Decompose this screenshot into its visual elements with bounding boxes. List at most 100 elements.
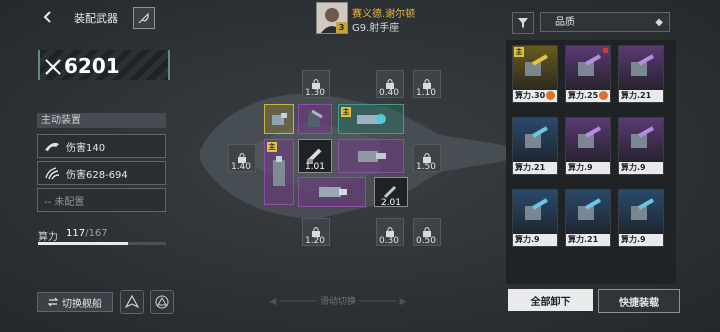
swap-icon xyxy=(48,297,58,307)
upgrade-badge-icon xyxy=(546,91,555,100)
inventory-card[interactable]: 主算力.30 xyxy=(512,45,558,103)
active-gear-empty[interactable]: -- 未配置 xyxy=(37,188,166,212)
weapon-art xyxy=(513,118,557,162)
gatling-icon xyxy=(358,151,386,162)
inventory-card[interactable]: 算力.21 xyxy=(618,45,664,103)
active-gear-item[interactable]: 伤害140 xyxy=(37,134,166,158)
slot-compute-value: 1.01 xyxy=(304,162,326,172)
active-gear-label: 伤害628-694 xyxy=(66,169,128,181)
weapon-slot[interactable] xyxy=(264,104,294,134)
weapon-art xyxy=(619,46,663,90)
cannon-icon xyxy=(308,109,323,127)
feather-button[interactable] xyxy=(133,7,155,29)
chevron-right-icon: ─────── ▶ xyxy=(356,297,407,307)
card-compute-label: 算力.25 xyxy=(566,90,610,102)
active-gear-header: 主动装置 xyxy=(37,113,166,128)
weapon-icon xyxy=(631,198,654,220)
compute-value: 117/167 xyxy=(66,228,108,239)
compute-total: /167 xyxy=(85,228,108,239)
slot-compute-value: 0.30 xyxy=(378,236,400,246)
weapon-icon xyxy=(578,198,601,220)
slot-compute-value: 1.10 xyxy=(415,88,437,98)
new-indicator xyxy=(603,48,608,53)
railgun-icon xyxy=(357,114,386,124)
turret-icon xyxy=(272,113,287,125)
pilot-level-badge: 3 xyxy=(336,22,347,33)
card-compute-label: 算力.21 xyxy=(513,162,557,174)
weapon-art xyxy=(566,46,610,90)
upgrade-badge-icon xyxy=(599,91,608,100)
crossed-swords-icon xyxy=(45,59,61,75)
quick-equip-button[interactable]: 快捷装载 xyxy=(598,289,680,313)
card-compute-label: 算力.9 xyxy=(513,234,557,246)
weapon-art xyxy=(619,190,663,234)
pilot-name: 赛义德.谢尔顿 xyxy=(352,9,416,20)
pilot-subtitle: G9.射手座 xyxy=(352,23,400,34)
swipe-hint: ◀ ─────── 滑动切换 ─────── ▶ xyxy=(238,294,438,307)
active-gear-label: 伤害140 xyxy=(66,142,106,154)
skill-button-b[interactable] xyxy=(150,290,174,314)
compute-label: 算力 xyxy=(38,232,58,243)
swipe-hint-label: 滑动切换 xyxy=(319,297,356,307)
slot-compute-value: 2.01 xyxy=(380,198,402,208)
weapon-art xyxy=(566,118,610,162)
weapon-icon xyxy=(578,54,601,76)
weapon-slot-tall[interactable]: 主 xyxy=(264,139,294,205)
card-compute-label: 算力.30 xyxy=(513,90,557,102)
compute-used: 117 xyxy=(66,228,86,239)
skill-button-a[interactable] xyxy=(120,290,144,314)
slot-compute-value: 1.30 xyxy=(304,88,326,98)
sort-label: 品质 xyxy=(555,17,575,28)
card-compute-label: 算力.21 xyxy=(619,90,663,102)
main-weapon-tag: 主 xyxy=(514,47,524,57)
sort-dropdown[interactable]: 品质 ◆ xyxy=(540,12,670,32)
sweep-icon xyxy=(42,136,62,156)
triangle-emblem-icon xyxy=(155,295,169,309)
slot-compute-value: 1.50 xyxy=(415,162,437,172)
weapon-slot-wide[interactable] xyxy=(298,177,366,207)
slot-compute-value: 1.40 xyxy=(230,162,252,172)
card-compute-label: 算力.9 xyxy=(566,162,610,174)
weapon-icon xyxy=(525,198,548,220)
slot-compute-value: 1.20 xyxy=(304,236,326,246)
inventory-card[interactable]: 算力.25 xyxy=(565,45,611,103)
launcher-icon xyxy=(273,156,285,186)
weapon-slot-wide[interactable]: 主 xyxy=(338,104,404,134)
inventory-card[interactable]: 算力.9 xyxy=(512,189,558,247)
active-gear-label: -- 未配置 xyxy=(44,196,85,208)
inventory-card[interactable]: 算力.9 xyxy=(618,117,664,175)
chevron-left-icon xyxy=(43,11,51,23)
weapon-icon xyxy=(631,54,654,76)
compute-bar-fill xyxy=(38,242,128,245)
power-value: 6201 xyxy=(64,54,120,78)
weapon-art xyxy=(619,118,663,162)
sort-toggle-icon: ◆ xyxy=(655,17,663,28)
weapon-slot[interactable] xyxy=(298,104,332,134)
inventory-card[interactable]: 算力.21 xyxy=(565,189,611,247)
ship-emblem-icon xyxy=(125,295,139,309)
feather-icon xyxy=(138,12,149,24)
inventory-card[interactable]: 算力.9 xyxy=(618,189,664,247)
back-button[interactable] xyxy=(40,9,56,25)
claw-icon xyxy=(42,163,62,183)
filter-button[interactable] xyxy=(512,12,534,34)
card-compute-label: 算力.9 xyxy=(619,234,663,246)
filter-icon xyxy=(518,18,528,28)
weapon-art: 主 xyxy=(513,46,557,90)
slot-compute-value: 0.50 xyxy=(415,236,437,246)
switch-ship-button[interactable]: 切换舰船 xyxy=(37,292,113,312)
weapon-art xyxy=(513,190,557,234)
active-gear-item[interactable]: 伤害628-694 xyxy=(37,161,166,185)
weapon-slot-wide[interactable] xyxy=(338,139,404,173)
inventory-card[interactable]: 算力.21 xyxy=(512,117,558,175)
weapon-icon xyxy=(631,126,654,148)
inventory-card[interactable]: 算力.9 xyxy=(565,117,611,175)
weapon-icon xyxy=(525,126,548,148)
card-compute-label: 算力.21 xyxy=(566,234,610,246)
unequip-all-button[interactable]: 全部卸下 xyxy=(508,289,593,311)
switch-ship-label: 切换舰船 xyxy=(62,298,102,310)
main-weapon-tag: 主 xyxy=(341,107,351,117)
heavy-gun-icon xyxy=(319,187,347,197)
page-title: 装配武器 xyxy=(74,12,118,25)
main-weapon-tag: 主 xyxy=(267,142,277,152)
